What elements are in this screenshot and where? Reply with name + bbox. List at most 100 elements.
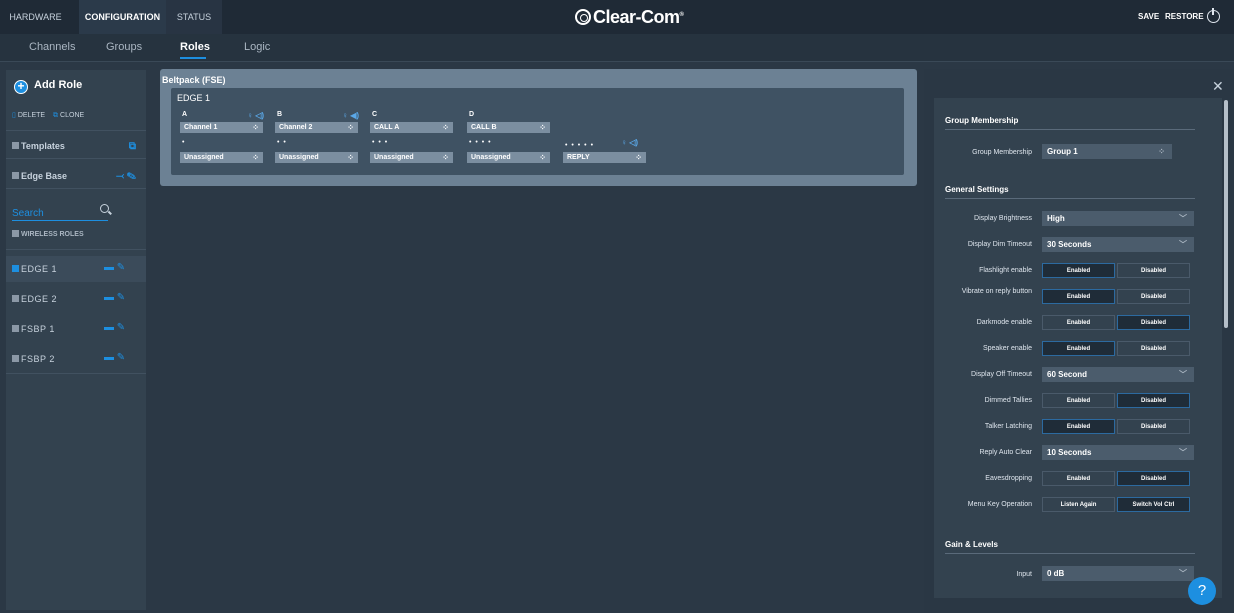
scrollbar[interactable] <box>1224 100 1228 328</box>
speaker-disabled[interactable]: Disabled <box>1117 341 1190 356</box>
clone-button[interactable]: CLONE <box>60 112 84 119</box>
restore-button[interactable]: RESTORE <box>1165 0 1204 34</box>
beltpack-edit-icons[interactable]: ▬ ✎ <box>104 352 125 363</box>
menu-key-switch-vol-ctrl[interactable]: Switch Vol Ctrl <box>1117 497 1190 512</box>
key-c-secondary[interactable]: Unassigned ⁘ <box>370 152 453 163</box>
channel-name: CALL B <box>471 124 497 131</box>
grip-icon[interactable]: ⁘ <box>442 122 449 133</box>
checkbox-icon[interactable] <box>12 355 19 362</box>
section-divider <box>945 198 1195 199</box>
darkmode-disabled[interactable]: Disabled <box>1117 315 1190 330</box>
clone-icon[interactable]: ⧉ <box>53 112 58 119</box>
talker-latching-enabled[interactable]: Enabled <box>1042 419 1115 434</box>
logo-text: Clear-Com <box>593 7 680 27</box>
reply-auto-clear-select[interactable]: 10 Seconds ﹀ <box>1042 445 1194 460</box>
display-dim-timeout-select[interactable]: 30 Seconds ﹀ <box>1042 237 1194 252</box>
grip-icon[interactable]: ⁘ <box>347 152 354 163</box>
beltpack-edit-icons[interactable]: ▬ ✎ <box>104 262 125 273</box>
reply-dots: • • • • • <box>565 142 595 149</box>
beltpack-card[interactable]: Beltpack (FSE) EDGE 1 A ♀ ◁) Channel 1 ⁘ •… <box>160 69 917 186</box>
checkbox-icon[interactable] <box>12 295 19 302</box>
beltpack-edit-icons[interactable]: ▬ ✎ <box>104 292 125 303</box>
grip-icon[interactable]: ⁘ <box>252 152 259 163</box>
vibrate-disabled[interactable]: Disabled <box>1117 289 1190 304</box>
beltpack-edit-icons[interactable]: ▬ ✎ <box>104 322 125 333</box>
tab-groups[interactable]: Groups <box>106 41 142 53</box>
display-off-timeout-select[interactable]: 60 Second ﹀ <box>1042 367 1194 382</box>
input-gain-select[interactable]: 0 dB ﹀ <box>1042 566 1194 581</box>
key-b-channel[interactable]: Channel 2 ⁘ <box>275 122 358 133</box>
key-c-dots: • • • <box>372 139 389 146</box>
power-icon[interactable] <box>1207 8 1220 23</box>
copy-icon[interactable]: ⧉ <box>129 141 136 152</box>
key-c-channel[interactable]: CALL A ⁘ <box>370 122 453 133</box>
eavesdropping-enabled[interactable]: Enabled <box>1042 471 1115 486</box>
group-membership-select[interactable]: Group 1 ⁘ <box>1042 144 1172 159</box>
chevron-down-icon: ﹀ <box>1179 214 1187 223</box>
display-brightness-select[interactable]: High ﹀ <box>1042 211 1194 226</box>
key-a-secondary[interactable]: Unassigned ⁘ <box>180 152 263 163</box>
grip-icon[interactable]: ⁘ <box>539 122 546 133</box>
checkbox-icon <box>12 142 19 149</box>
add-role-button[interactable]: + Add Role <box>14 79 82 94</box>
grip-icon[interactable]: ⁘ <box>635 152 642 163</box>
select-value: 30 Seconds <box>1047 240 1092 249</box>
tab-hardware[interactable]: HARDWARE <box>0 0 71 34</box>
chevron-down-icon: ﹀ <box>1179 240 1187 249</box>
templates-row[interactable]: Templates ⧉ <box>12 141 142 152</box>
section-divider <box>945 129 1195 130</box>
role-row-fsbp-2[interactable]: FSBP 2 ▬ ✎ <box>6 346 146 372</box>
group-membership-label: Group Membership <box>972 149 1032 156</box>
dimmed-tallies-disabled[interactable]: Disabled <box>1117 393 1190 408</box>
sub-navigation: Channels Groups Roles Logic <box>0 34 1234 62</box>
edit-icons[interactable]: ⤙ ✎ <box>116 171 136 182</box>
eavesdropping-label: Eavesdropping <box>985 475 1032 482</box>
dimmed-tallies-enabled[interactable]: Enabled <box>1042 393 1115 408</box>
flashlight-disabled[interactable]: Disabled <box>1117 263 1190 278</box>
trash-icon[interactable]: ▯ <box>12 112 16 119</box>
tab-logic[interactable]: Logic <box>244 41 270 53</box>
key-label: A <box>182 111 188 118</box>
key-d-channel[interactable]: CALL B ⁘ <box>467 122 550 133</box>
role-name: EDGE 2 <box>21 294 58 304</box>
checkbox-icon <box>12 230 19 237</box>
darkmode-enabled[interactable]: Enabled <box>1042 315 1115 330</box>
eavesdropping-disabled[interactable]: Disabled <box>1117 471 1190 486</box>
channel-name: Unassigned <box>279 154 319 161</box>
darkmode-label: Darkmode enable <box>976 319 1032 326</box>
key-a-channel[interactable]: Channel 1 ⁘ <box>180 122 263 133</box>
role-row-edge-2[interactable]: EDGE 2 ▬ ✎ <box>6 286 146 312</box>
checkbox-icon[interactable] <box>12 325 19 332</box>
role-row-edge-1[interactable]: EDGE 1 ▬ ✎ <box>6 256 146 282</box>
grip-icon[interactable]: ⁘ <box>252 122 259 133</box>
tab-channels[interactable]: Channels <box>29 41 75 53</box>
flashlight-enabled[interactable]: Enabled <box>1042 263 1115 278</box>
divider <box>6 188 146 189</box>
role-row-fsbp-1[interactable]: FSBP 1 ▬ ✎ <box>6 316 146 342</box>
help-button[interactable]: ? <box>1188 577 1216 605</box>
tab-configuration[interactable]: CONFIGURATION <box>79 0 166 34</box>
delete-button[interactable]: DELETE <box>18 112 45 119</box>
key-b-secondary[interactable]: Unassigned ⁘ <box>275 152 358 163</box>
save-button[interactable]: SAVE <box>1138 0 1159 34</box>
menu-key-listen-again[interactable]: Listen Again <box>1042 497 1115 512</box>
grip-icon[interactable]: ⁘ <box>539 152 546 163</box>
speaker-enabled[interactable]: Enabled <box>1042 341 1115 356</box>
close-icon[interactable]: ✕ <box>1212 78 1224 95</box>
search-input[interactable]: Search <box>12 208 108 221</box>
vibrate-enabled[interactable]: Enabled <box>1042 289 1115 304</box>
clear-com-logo: Clear-Com® <box>575 7 684 28</box>
channel-name: Unassigned <box>374 154 414 161</box>
tab-roles[interactable]: Roles <box>180 41 210 53</box>
channel-name: Unassigned <box>184 154 224 161</box>
tab-status[interactable]: STATUS <box>166 0 222 34</box>
grip-icon[interactable]: ⁘ <box>442 152 449 163</box>
key-d-secondary[interactable]: Unassigned ⁘ <box>467 152 550 163</box>
wireless-roles-filter[interactable]: WIRELESS ROLES <box>12 230 84 238</box>
reply-key[interactable]: REPLY ⁘ <box>563 152 646 163</box>
edge-base-row[interactable]: Edge Base ⤙ ✎ <box>12 171 142 182</box>
search-icon[interactable] <box>100 204 109 213</box>
grip-icon[interactable]: ⁘ <box>347 122 354 133</box>
checked-checkbox-icon[interactable] <box>12 265 19 272</box>
talker-latching-disabled[interactable]: Disabled <box>1117 419 1190 434</box>
